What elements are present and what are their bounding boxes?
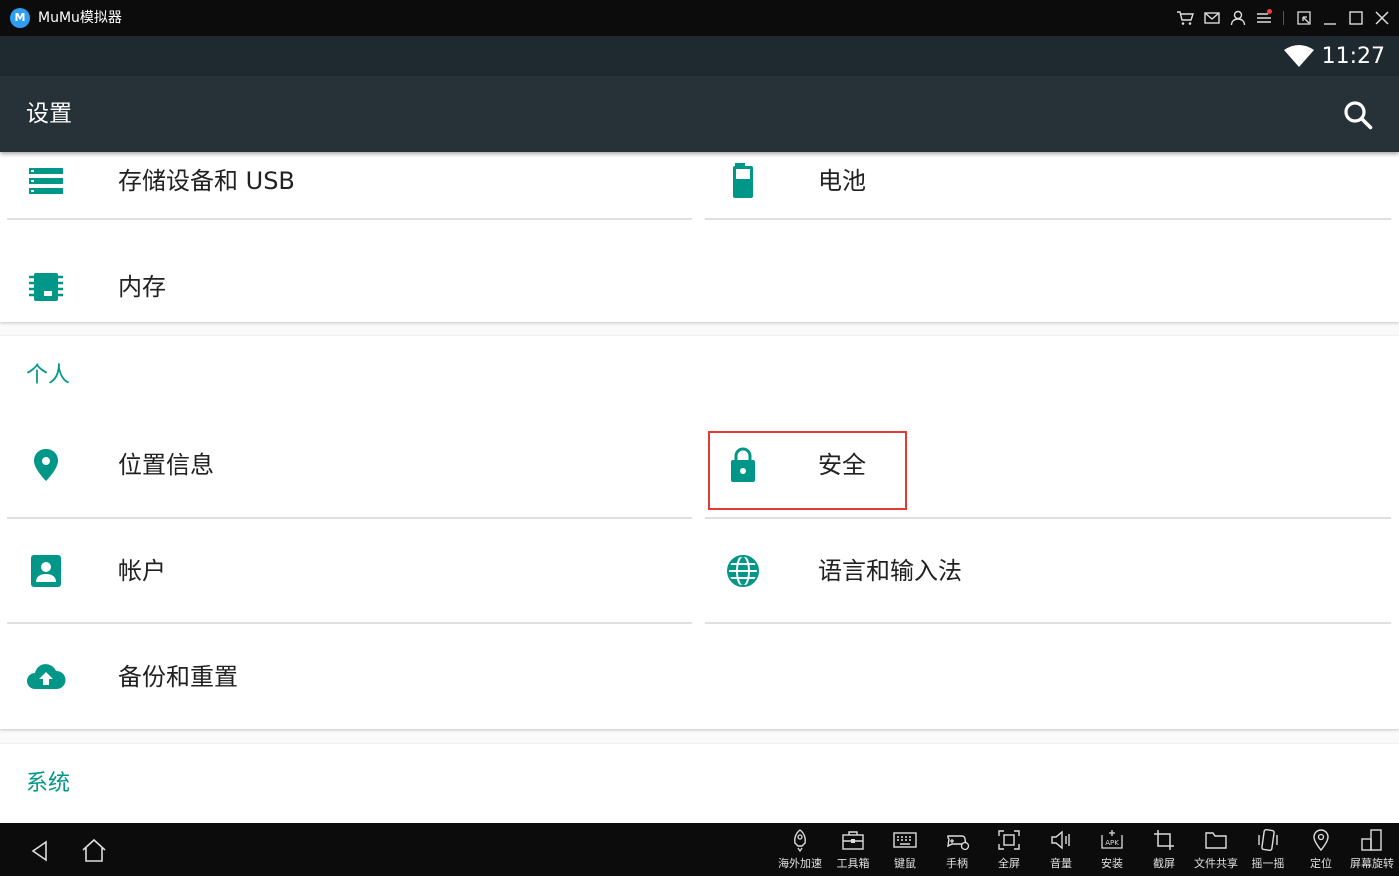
system-card: 系统 xyxy=(0,744,1399,823)
keyboard-icon xyxy=(893,832,917,848)
fullscreen-icon xyxy=(998,830,1020,850)
shake-icon xyxy=(1258,828,1278,852)
search-icon[interactable] xyxy=(1338,95,1378,135)
personal-card: 个人 位置信息 安全 帐户 语言和输入法 备份和重置 xyxy=(0,336,1399,729)
memory-icon xyxy=(29,273,63,301)
settings-list[interactable]: 存储设备和 USB 电池 内存 个人 位置信息 安全 帐户 语言和输入法 备份和… xyxy=(0,152,1399,823)
storage-icon xyxy=(29,168,63,194)
app-toolbar xyxy=(0,76,1399,152)
tool-shake[interactable]: 摇一摇 xyxy=(1242,828,1294,874)
tool-label: 全屏 xyxy=(998,857,1020,870)
tool-toolbox[interactable]: 工具箱 xyxy=(827,828,879,874)
tool-fullscreen[interactable]: 全屏 xyxy=(983,828,1035,874)
tool-label: 摇一摇 xyxy=(1251,857,1285,870)
divider xyxy=(705,218,1391,220)
location-icon xyxy=(34,449,58,481)
close-icon[interactable] xyxy=(1373,9,1391,27)
tool-label: 定位 xyxy=(1310,857,1332,870)
back-icon[interactable] xyxy=(24,835,56,867)
home-icon[interactable] xyxy=(78,835,110,867)
pin-icon xyxy=(1313,829,1329,852)
setting-item-location[interactable]: 位置信息 xyxy=(0,412,692,516)
folder-icon xyxy=(1205,832,1227,849)
tool-gamepad[interactable]: 手柄 xyxy=(931,828,983,874)
setting-item-language[interactable]: 语言和输入法 xyxy=(700,518,1399,622)
window-title: MuMu模拟器 xyxy=(38,10,122,26)
user-icon[interactable] xyxy=(1229,9,1247,27)
rotate-icon xyxy=(1361,829,1382,851)
apk-icon: APK xyxy=(1101,830,1123,849)
divider xyxy=(7,218,692,220)
globe-icon xyxy=(727,555,759,587)
tool-label: 音量 xyxy=(1050,857,1072,870)
title-separator xyxy=(1283,11,1284,25)
setting-label: 备份和重置 xyxy=(118,663,238,691)
svg-text:APK: APK xyxy=(1105,839,1119,847)
shrink-icon[interactable] xyxy=(1295,9,1313,27)
tool-rotate[interactable]: 屏幕旋转 xyxy=(1346,828,1398,874)
status-clock: 11:27 xyxy=(1321,44,1385,69)
crop-icon xyxy=(1154,830,1174,850)
setting-label: 帐户 xyxy=(118,557,166,585)
device-card: 存储设备和 USB 电池 内存 xyxy=(0,152,1399,322)
tool-label: 手柄 xyxy=(946,857,968,870)
tool-label: 海外加速 xyxy=(778,857,822,870)
cloud-upload-icon xyxy=(27,664,66,689)
tool-label: 安装 xyxy=(1101,857,1123,870)
divider xyxy=(705,622,1391,624)
tool-screenshot[interactable]: 截屏 xyxy=(1138,828,1190,874)
tool-volume[interactable]: 音量 xyxy=(1035,828,1087,874)
tool-file-share[interactable]: 文件共享 xyxy=(1190,828,1242,874)
android-status-bar xyxy=(0,36,1399,76)
notification-dot xyxy=(1267,9,1272,14)
tool-keyboard-mouse[interactable]: 键鼠 xyxy=(879,828,931,874)
setting-item-account[interactable]: 帐户 xyxy=(0,518,692,622)
page-title: 设置 xyxy=(26,101,72,127)
tool-label: 工具箱 xyxy=(836,857,870,870)
setting-label: 位置信息 xyxy=(118,451,214,479)
section-title-system: 系统 xyxy=(26,771,71,796)
tool-location[interactable]: 定位 xyxy=(1295,828,1347,874)
setting-item-battery[interactable]: 电池 xyxy=(700,152,1399,232)
mail-icon[interactable] xyxy=(1203,9,1221,27)
wifi-icon xyxy=(1284,45,1314,67)
tool-overseas-boost[interactable]: 海外加速 xyxy=(774,828,826,874)
section-title-personal: 个人 xyxy=(26,363,71,388)
volume-icon xyxy=(1051,830,1070,850)
gamepad-icon xyxy=(947,835,970,851)
tool-label: 屏幕旋转 xyxy=(1350,857,1394,870)
battery-icon xyxy=(733,163,753,198)
highlight-box xyxy=(708,431,907,510)
rocket-icon xyxy=(794,829,806,852)
maximize-icon[interactable] xyxy=(1347,9,1365,27)
setting-item-backup[interactable]: 备份和重置 xyxy=(0,624,692,728)
mumu-logo-icon: M xyxy=(10,8,30,28)
account-icon xyxy=(31,555,61,587)
tool-install-apk[interactable]: APK 安装 xyxy=(1086,828,1138,874)
setting-label: 内存 xyxy=(118,273,166,301)
setting-label: 存储设备和 USB xyxy=(118,167,295,195)
tool-label: 键鼠 xyxy=(894,857,916,870)
setting-item-memory[interactable]: 内存 xyxy=(0,234,692,338)
setting-label: 语言和输入法 xyxy=(818,557,962,585)
toolbox-icon xyxy=(842,831,864,850)
cart-icon[interactable] xyxy=(1176,9,1194,27)
tool-label: 截屏 xyxy=(1153,857,1175,870)
minimize-icon[interactable] xyxy=(1321,9,1339,27)
tool-label: 文件共享 xyxy=(1194,857,1238,870)
setting-label: 电池 xyxy=(818,167,866,195)
setting-item-storage[interactable]: 存储设备和 USB xyxy=(0,152,692,232)
